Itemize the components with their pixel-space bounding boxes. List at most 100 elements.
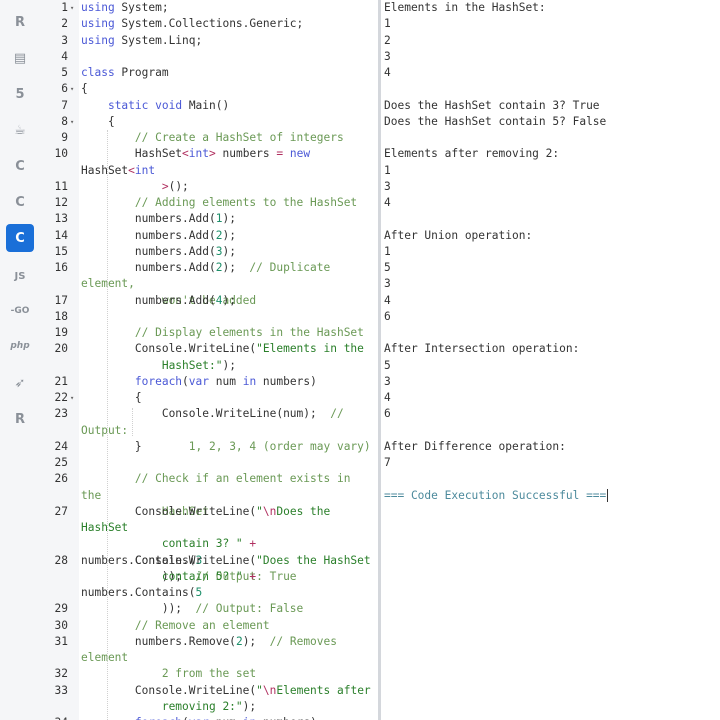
code-line[interactable]: 8 ▾ { bbox=[40, 114, 378, 130]
line-number: 27 bbox=[54, 504, 68, 518]
code-line[interactable]: 25 bbox=[40, 455, 378, 471]
code-line[interactable]: 27 Console.WriteLine("\nDoes the HashSet… bbox=[40, 504, 378, 583]
line-number: 20 bbox=[54, 342, 68, 356]
code-text[interactable]: // Create a HashSet of integers bbox=[81, 130, 372, 146]
code-line[interactable]: 20 Console.WriteLine("Elements in the Ha… bbox=[40, 341, 378, 374]
code-line[interactable]: 23 Console.WriteLine(num); // Output: 1,… bbox=[40, 406, 378, 453]
code-line[interactable]: 24 } bbox=[40, 439, 378, 455]
code-line[interactable]: 14 numbers.Add(2); bbox=[40, 228, 378, 244]
code-text[interactable]: using System.Collections.Generic; bbox=[81, 16, 372, 32]
output-line: 5 bbox=[384, 260, 391, 276]
line-number: 33 bbox=[54, 683, 68, 697]
code-line[interactable]: 21 foreach(var num in numbers) bbox=[40, 374, 378, 390]
code-line[interactable]: 1 ▾ using System; bbox=[40, 0, 378, 16]
code-text[interactable]: static void Main() bbox=[81, 98, 372, 114]
cpp-icon-glyph: C bbox=[15, 194, 25, 210]
code-text[interactable]: // Adding elements to the HashSet bbox=[81, 195, 372, 211]
code-text[interactable]: { bbox=[81, 81, 372, 97]
code-line[interactable]: 34 foreach(var num in numbers) bbox=[40, 715, 378, 720]
line-number: 22 bbox=[54, 391, 68, 404]
rust-icon[interactable]: R bbox=[6, 405, 34, 433]
javascript-icon[interactable]: JS bbox=[6, 262, 34, 290]
code-text[interactable]: foreach(var num in numbers) bbox=[81, 715, 372, 720]
code-line[interactable]: 3 using System.Linq; bbox=[40, 33, 378, 49]
code-line[interactable]: 28 Console.WriteLine("Does the HashSet c… bbox=[40, 553, 378, 616]
code-line[interactable]: 4 bbox=[40, 49, 378, 65]
output-text: Elements in the HashSet: bbox=[384, 1, 546, 14]
output-line: After Intersection operation: bbox=[384, 341, 579, 357]
code-line[interactable]: 26 // Check if an element exists in the … bbox=[40, 471, 378, 518]
line-number: 4 bbox=[61, 49, 68, 63]
code-line[interactable]: 11 bbox=[40, 179, 378, 195]
output-text: 7 bbox=[384, 456, 391, 469]
code-line[interactable]: 18 bbox=[40, 309, 378, 325]
java-icon[interactable]: ☕ bbox=[6, 116, 34, 144]
output-line: 6 bbox=[384, 406, 391, 422]
code-text[interactable]: foreach(var num in numbers) bbox=[81, 374, 372, 390]
code-text[interactable]: numbers.Add(3); bbox=[81, 244, 372, 260]
code-text[interactable]: numbers.Add(2); bbox=[81, 228, 372, 244]
fold-chevron-icon[interactable]: ▾ bbox=[70, 81, 74, 97]
code-line[interactable]: 16 numbers.Add(2); // Duplicate element,… bbox=[40, 260, 378, 307]
code-line[interactable]: 5 class Program bbox=[40, 65, 378, 81]
code-text[interactable]: using System.Linq; bbox=[81, 33, 372, 49]
fold-chevron-icon[interactable]: ▾ bbox=[70, 0, 74, 16]
c-language-icon[interactable]: C bbox=[6, 152, 34, 180]
fold-chevron-icon[interactable]: ▾ bbox=[70, 114, 74, 130]
php-icon[interactable]: php bbox=[6, 332, 34, 360]
fold-chevron-icon[interactable]: ▾ bbox=[70, 390, 74, 406]
line-number: 17 bbox=[54, 293, 68, 307]
code-line[interactable]: 12 // Adding elements to the HashSet bbox=[40, 195, 378, 211]
code-text[interactable]: // Remove an element bbox=[81, 618, 372, 634]
code-line[interactable]: 9 // Create a HashSet of integers bbox=[40, 130, 378, 146]
swift-icon[interactable]: ➶ bbox=[6, 369, 34, 397]
language-sidebar: R ▤ 5 ☕ C C C JS -GO php ➶ R bbox=[0, 0, 40, 720]
code-line[interactable]: 15 numbers.Add(3); bbox=[40, 244, 378, 260]
code-line[interactable]: 29 bbox=[40, 601, 378, 617]
code-line[interactable]: 2 using System.Collections.Generic; bbox=[40, 16, 378, 32]
code-line[interactable]: 19 // Display elements in the HashSet bbox=[40, 325, 378, 341]
output-text: 2 bbox=[384, 33, 391, 47]
output-text: 5 bbox=[384, 261, 391, 274]
csharp-icon[interactable]: C bbox=[6, 224, 34, 252]
code-line[interactable]: 17 numbers.Add(4); bbox=[40, 293, 378, 309]
output-line: 5 bbox=[384, 358, 391, 374]
r-language-icon-glyph: R bbox=[14, 14, 25, 30]
output-line: 4 bbox=[384, 65, 391, 81]
code-text[interactable]: class Program bbox=[81, 65, 372, 81]
database-icon[interactable]: ▤ bbox=[6, 44, 34, 72]
code-text[interactable]: { bbox=[81, 390, 372, 406]
code-text[interactable]: } bbox=[81, 439, 372, 455]
output-line: 2 bbox=[384, 33, 391, 49]
code-line[interactable]: 6 ▾ { bbox=[40, 81, 378, 97]
code-line[interactable]: 10 HashSet<int> numbers = new HashSet<in… bbox=[40, 146, 378, 193]
text-cursor bbox=[607, 489, 609, 502]
code-text[interactable]: using System; bbox=[81, 0, 372, 16]
code-line[interactable]: 7 static void Main() bbox=[40, 98, 378, 114]
r-language-icon[interactable]: R bbox=[6, 8, 34, 36]
output-line: After Difference operation: bbox=[384, 439, 566, 455]
line-number: 13 bbox=[54, 212, 68, 226]
code-text[interactable]: { bbox=[81, 114, 372, 130]
code-line[interactable]: 13 numbers.Add(1); bbox=[40, 211, 378, 227]
code-line[interactable]: 33 Console.WriteLine("\nElements after r… bbox=[40, 683, 378, 716]
code-line[interactable]: 22 ▾ { bbox=[40, 390, 378, 406]
output-text: 4 bbox=[384, 391, 391, 404]
html5-icon[interactable]: 5 bbox=[6, 80, 34, 108]
code-line[interactable]: 30 // Remove an element bbox=[40, 618, 378, 634]
code-text[interactable]: Console.WriteLine("\nElements after remo… bbox=[81, 683, 372, 716]
line-number: 2 bbox=[61, 17, 68, 31]
code-text[interactable]: numbers.Add(4); bbox=[81, 293, 372, 309]
cpp-icon[interactable]: C bbox=[6, 188, 34, 216]
code-text[interactable]: numbers.Add(1); bbox=[81, 211, 372, 227]
line-number: 3 bbox=[61, 33, 68, 47]
code-text[interactable]: Console.WriteLine("Elements in the HashS… bbox=[81, 341, 372, 374]
output-text: 6 bbox=[384, 407, 391, 421]
output-text: 3 bbox=[384, 49, 391, 63]
line-number: 9 bbox=[61, 131, 68, 144]
code-line[interactable]: 31 numbers.Remove(2); // Removes element… bbox=[40, 634, 378, 681]
code-text[interactable]: // Display elements in the HashSet bbox=[81, 325, 372, 341]
go-icon[interactable]: -GO bbox=[6, 297, 34, 325]
code-line[interactable]: 32 bbox=[40, 666, 378, 682]
code-editor[interactable]: 1 ▾ using System; 2 using System.Collections… bbox=[40, 0, 378, 720]
